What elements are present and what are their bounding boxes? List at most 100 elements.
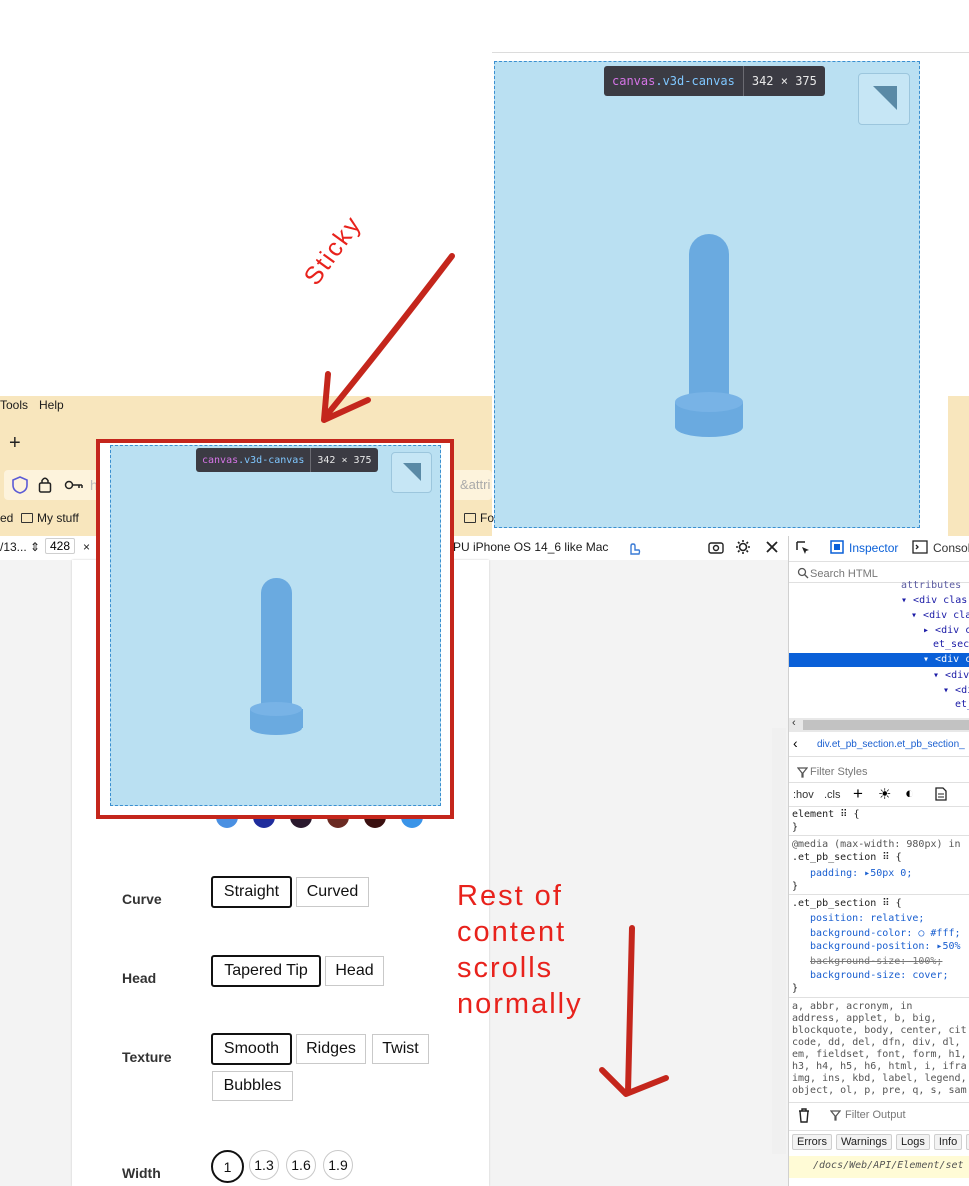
inherited-selector: code, dd, del, dfn, div, dl,: [792, 1037, 961, 1048]
tree-node[interactable]: ▾ <div: [933, 670, 969, 681]
device-select[interactable]: /13... ⇕: [0, 540, 40, 554]
menu-tools[interactable]: Tools: [0, 398, 28, 412]
tree-node[interactable]: ▾ <div clas: [901, 595, 967, 606]
css-rule-close: }: [792, 881, 799, 892]
css-selector[interactable]: .et_pb_section ⠿ {: [792, 898, 902, 909]
inherited-selector: a, abbr, acronym, in: [792, 1001, 913, 1012]
inherited-selector: object, ol, p, pre, q, s, sam: [792, 1085, 967, 1096]
tree-node[interactable]: ▸ <div c: [923, 625, 969, 636]
console-icon[interactable]: [912, 540, 928, 554]
print-icon[interactable]: [935, 787, 947, 801]
tree-node[interactable]: attributes: [901, 580, 961, 591]
texture-smooth-button[interactable]: Smooth: [211, 1033, 292, 1065]
breadcrumb-back-icon[interactable]: ‹: [793, 735, 798, 751]
settings-icon[interactable]: [735, 539, 751, 555]
user-agent-field[interactable]: PU iPhone OS 14_6 like Mac: [453, 540, 608, 554]
filter-icon: [830, 1110, 841, 1121]
bookmark-cut[interactable]: ed: [0, 511, 13, 525]
css-declaration[interactable]: background-color: ○ #fff;: [810, 928, 961, 939]
tooltip-class: .v3d-canvas: [238, 454, 305, 466]
css-declaration[interactable]: background-size: cover;: [810, 970, 948, 981]
screenshot-icon[interactable]: [708, 540, 724, 554]
filter-output-input[interactable]: Filter Output: [845, 1109, 906, 1121]
width-1-9-button[interactable]: 1.9: [323, 1150, 353, 1180]
texture-ridges-button[interactable]: Ridges: [296, 1034, 366, 1064]
head-head-button[interactable]: Head: [325, 956, 384, 986]
divider: [492, 52, 969, 53]
tree-scrollbar[interactable]: ‹: [789, 717, 969, 732]
texture-twist-button[interactable]: Twist: [372, 1034, 429, 1064]
width-1-3-button[interactable]: 1.3: [249, 1150, 279, 1180]
tree-node[interactable]: ▾ <div cla: [911, 610, 969, 621]
css-declaration[interactable]: background-position: ▸50%: [810, 941, 961, 952]
url-text-right: &attri: [460, 477, 491, 492]
inspector-icon[interactable]: [829, 539, 845, 555]
css-declaration-overridden[interactable]: background-size: 100%;: [810, 956, 942, 967]
sticky-arrow-icon: [321, 253, 455, 423]
tree-node[interactable]: et_: [955, 699, 969, 710]
cls-toggle[interactable]: .cls: [824, 789, 841, 801]
tooltip-size: 342 × 375: [317, 454, 372, 466]
touch-icon[interactable]: [626, 540, 642, 556]
tab-console[interactable]: Consol: [933, 541, 969, 555]
width-1-button[interactable]: 1: [211, 1150, 244, 1183]
scroll-annotation: Rest of content scrolls normally: [457, 880, 583, 1020]
head-label: Head: [122, 970, 157, 986]
tooltip-tag: canvas: [612, 74, 656, 88]
close-icon[interactable]: [765, 540, 779, 554]
css-declaration[interactable]: position: relative;: [810, 913, 924, 924]
width-input[interactable]: 428: [45, 538, 76, 554]
light-mode-icon[interactable]: ☀: [878, 785, 891, 803]
hov-toggle[interactable]: :hov: [793, 789, 814, 801]
css-selector[interactable]: .et_pb_section ⠿ {: [792, 852, 902, 863]
tree-node[interactable]: et_sec: [933, 639, 969, 650]
tab-inspector[interactable]: Inspector: [849, 541, 898, 555]
trash-icon[interactable]: [797, 1108, 811, 1123]
inherited-selector: img, ins, kbd, label, legend,: [792, 1073, 967, 1084]
scroll-arrow-icon: [599, 925, 669, 1097]
shield-icon: [12, 476, 28, 494]
tree-node-label: <div c: [935, 654, 969, 665]
key-icon: [64, 480, 83, 490]
menu-help[interactable]: Help: [39, 398, 64, 412]
width-label: Width: [122, 1165, 161, 1181]
console-tab-logs[interactable]: Logs: [896, 1134, 930, 1150]
inherited-selector: address, applet, b, big,: [792, 1013, 937, 1024]
console-tab-errors[interactable]: Errors: [792, 1134, 832, 1150]
width-1-6-button[interactable]: 1.6: [286, 1150, 316, 1180]
tree-node-label: <div: [945, 670, 969, 681]
page-scrollbar[interactable]: [772, 728, 786, 1154]
css-rule[interactable]: element ⠿ {: [792, 809, 860, 820]
search-icon: [797, 567, 809, 579]
search-html-input[interactable]: Search HTML: [810, 568, 878, 580]
breadcrumb[interactable]: div.et_pb_section.et_pb_section_: [817, 739, 965, 750]
bookmark-folder[interactable]: Fo: [464, 511, 494, 525]
curve-curved-button[interactable]: Curved: [296, 877, 369, 907]
canvas-sticky[interactable]: canvas.v3d-canvas 342 × 375: [110, 445, 441, 806]
fullscreen-icon[interactable]: [391, 452, 432, 493]
dark-mode-icon[interactable]: ◐: [905, 785, 914, 802]
folder-icon: [21, 513, 33, 523]
filter-styles-input[interactable]: Filter Styles: [810, 766, 867, 778]
console-tab-warnings[interactable]: Warnings: [835, 1134, 893, 1150]
tree-node[interactable]: ▾ <di: [943, 685, 969, 696]
tree-node-label: <di: [955, 685, 969, 696]
canvas-enlarged[interactable]: canvas.v3d-canvas 342 × 375: [494, 61, 920, 528]
css-rule-close: }: [792, 983, 799, 994]
tree-node-label: <div clas: [913, 595, 968, 606]
bookmark-label: ed: [0, 511, 14, 525]
inherited-selector: blockquote, body, center, cit: [792, 1025, 967, 1036]
bookmark-my-stuff[interactable]: My stuff: [21, 511, 79, 525]
css-declaration[interactable]: padding: ▸50px 0;: [810, 868, 912, 879]
element-tooltip: canvas.v3d-canvas 342 × 375: [604, 66, 825, 96]
head-tapered-tip-button[interactable]: Tapered Tip: [211, 955, 321, 987]
pick-element-icon[interactable]: [795, 540, 811, 556]
tree-selected-row[interactable]: ▾ <div c: [789, 653, 969, 667]
add-rule-icon[interactable]: +: [853, 784, 863, 804]
console-tab-info[interactable]: Info: [933, 1134, 963, 1150]
texture-label: Texture: [122, 1049, 172, 1065]
curve-straight-button[interactable]: Straight: [211, 876, 292, 908]
fullscreen-icon[interactable]: [858, 73, 910, 125]
texture-bubbles-button[interactable]: Bubbles: [212, 1071, 293, 1101]
new-tab-button[interactable]: +: [9, 432, 21, 455]
